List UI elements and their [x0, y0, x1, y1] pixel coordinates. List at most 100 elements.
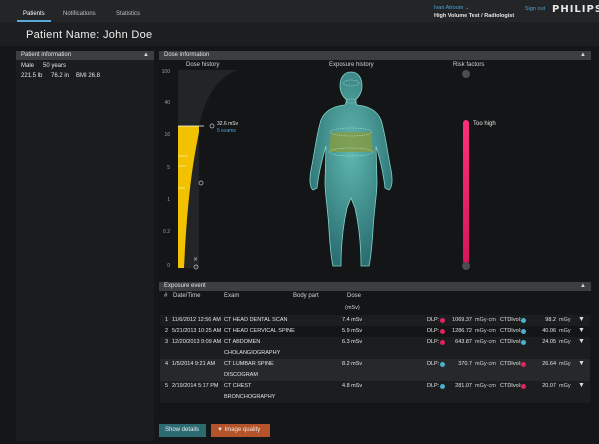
row-date: 5/21/2013 10:25 AM — [172, 328, 222, 334]
ctdi-value: 26.64 — [542, 361, 556, 367]
ctdi-label: CTDIvol: — [500, 339, 522, 345]
dlp-value: 370.7 — [458, 361, 472, 367]
collapse-icon[interactable]: ▲ — [580, 51, 586, 60]
collapse-icon[interactable]: ▲ — [580, 282, 586, 291]
person-icon — [209, 123, 215, 129]
dose-history-y-axis: 100 40 16 5 1 0.2 0 — [160, 68, 172, 273]
dlp-label: DLP: — [427, 361, 440, 367]
dlp-unit: mGy·cm — [475, 361, 496, 367]
row-exam-detail: CHOLANGIOGRAPHY — [224, 350, 281, 356]
column-header-exam[interactable]: Exam — [224, 293, 239, 299]
thumb-down-icon[interactable]: ▼ — [578, 316, 585, 323]
patient-weight: 221.5 lb — [21, 73, 43, 79]
body-silhouette[interactable] — [309, 71, 393, 267]
dlp-unit: mGy·cm — [475, 317, 496, 323]
ctdi-value: 24.05 — [542, 339, 556, 345]
risk-scale-top-cap — [462, 70, 470, 78]
page-title: Patient Name: John Doe — [26, 29, 153, 41]
row-exam: CT LUMBAR SPINE — [224, 361, 274, 367]
user-role: High Volume Test / Radiologist — [434, 13, 515, 19]
row-dose: 5.9 mSv — [342, 328, 363, 334]
row-number: 4 — [165, 361, 169, 367]
dlp-value: 1069.37 — [452, 317, 472, 323]
thumb-down-icon[interactable]: ▼ — [578, 382, 585, 389]
y-tick-label: 40 — [164, 100, 170, 106]
ctdi-value: 40.06 — [542, 328, 556, 334]
show-details-button[interactable]: Show details — [159, 424, 206, 437]
panel-title: Dose information — [164, 52, 210, 58]
thumb-down-icon[interactable]: ▼ — [578, 327, 585, 334]
thumb-down-icon[interactable]: ▼ — [578, 338, 585, 345]
ctdi-status-dot — [521, 318, 526, 323]
row-number: 2 — [165, 328, 169, 334]
dlp-label: DLP: — [427, 383, 440, 389]
thumb-down-icon[interactable]: ▼ — [578, 360, 585, 367]
thumb-down-icon: ▼ — [217, 427, 223, 433]
image-quality-button[interactable]: ▼ Image quality — [211, 424, 270, 437]
y-tick-label: 1 — [167, 197, 170, 203]
chevron-down-icon[interactable]: ⌄ — [465, 5, 470, 11]
dlp-unit: mGy·cm — [475, 328, 496, 334]
risk-level-bar — [463, 120, 469, 264]
exposure-event-header[interactable]: Exposure event ▲ — [159, 282, 591, 291]
row-dose: 8.2 mSv — [342, 361, 363, 367]
ctdi-value: 20.07 — [542, 383, 556, 389]
column-header-dose[interactable]: Dose — [347, 293, 361, 299]
ctdi-status-dot — [521, 384, 526, 389]
row-dose: 7.4 mSv — [342, 317, 363, 323]
row-exam-detail: BRONCHOGRAPHY — [224, 394, 276, 400]
row-exam-detail: DISCOGRAM — [224, 372, 258, 378]
y-tick-label: 0.2 — [163, 229, 170, 235]
ctdi-unit: mGy — [559, 361, 571, 367]
user-menu[interactable]: Ivan Atroum ⌄ High Volume Test / Radiolo… — [434, 4, 524, 20]
patient-information-panel: Patient information ▲ — [16, 51, 154, 441]
column-header-date[interactable]: Date/Time — [173, 293, 200, 299]
dose-annotation-value: 32.6 mSv — [217, 121, 239, 127]
patient-information-header[interactable]: Patient information ▲ — [16, 51, 154, 60]
ctdi-label: CTDIvol: — [500, 361, 522, 367]
y-tick-label: 5 — [167, 165, 170, 171]
row-number: 3 — [165, 339, 169, 345]
column-header-dose-unit: (mSv) — [345, 305, 360, 311]
tab-notifications[interactable]: Notifications — [63, 11, 96, 17]
row-exam: CT HEAD CERVICAL SPINE — [224, 328, 295, 334]
dlp-label: DLP: — [427, 317, 440, 323]
y-tick-label: 0 — [167, 263, 170, 269]
y-tick-label: 100 — [161, 69, 170, 75]
dlp-unit: mGy·cm — [475, 339, 496, 345]
dlp-value: 1286.72 — [452, 328, 472, 334]
dlp-status-dot — [440, 340, 445, 345]
ctdi-unit: mGy — [559, 383, 571, 389]
ctdi-value: 98.2 — [545, 317, 556, 323]
dose-annotation-exams: 5 exams — [217, 128, 236, 134]
row-number: 5 — [165, 383, 169, 389]
ctdi-status-dot — [521, 329, 526, 334]
tab-statistics[interactable]: Statistics — [116, 11, 140, 17]
ctdi-unit: mGy — [559, 317, 571, 323]
y-tick-label: 16 — [164, 132, 170, 138]
column-header-body-part[interactable]: Body part — [293, 293, 319, 299]
ctdi-label: CTDIvol: — [500, 328, 522, 334]
brand-logo: PHILIPS — [552, 4, 599, 15]
dlp-status-dot — [440, 362, 445, 367]
risk-level-label: Too high — [473, 121, 496, 127]
event-marker-icon[interactable]: × — [193, 256, 198, 263]
user-name[interactable]: Ivan Atroum — [434, 5, 463, 11]
patient-bmi: BMI 26.8 — [76, 73, 101, 79]
panel-title: Patient information — [21, 52, 72, 58]
row-date: 12/20/2013 9:09 AM — [172, 339, 222, 345]
risk-factors-title: Risk factors — [453, 62, 485, 68]
ctdi-unit: mGy — [559, 339, 571, 345]
risk-scale-bottom-cap — [462, 262, 470, 270]
tab-patients[interactable]: Patients — [17, 11, 51, 22]
column-header-number: # — [164, 293, 168, 299]
event-marker-icon[interactable] — [198, 180, 204, 186]
dose-information-header[interactable]: Dose information ▲ — [159, 51, 591, 60]
row-dose: 6.3 mSv — [342, 339, 363, 345]
dlp-label: DLP: — [427, 339, 440, 345]
dlp-value: 281.07 — [455, 383, 472, 389]
panel-title: Exposure event — [164, 283, 206, 289]
sign-out-link[interactable]: Sign out — [525, 6, 545, 12]
row-date: 2/19/2014 5:17 PM — [172, 383, 219, 389]
collapse-icon[interactable]: ▲ — [143, 51, 149, 60]
